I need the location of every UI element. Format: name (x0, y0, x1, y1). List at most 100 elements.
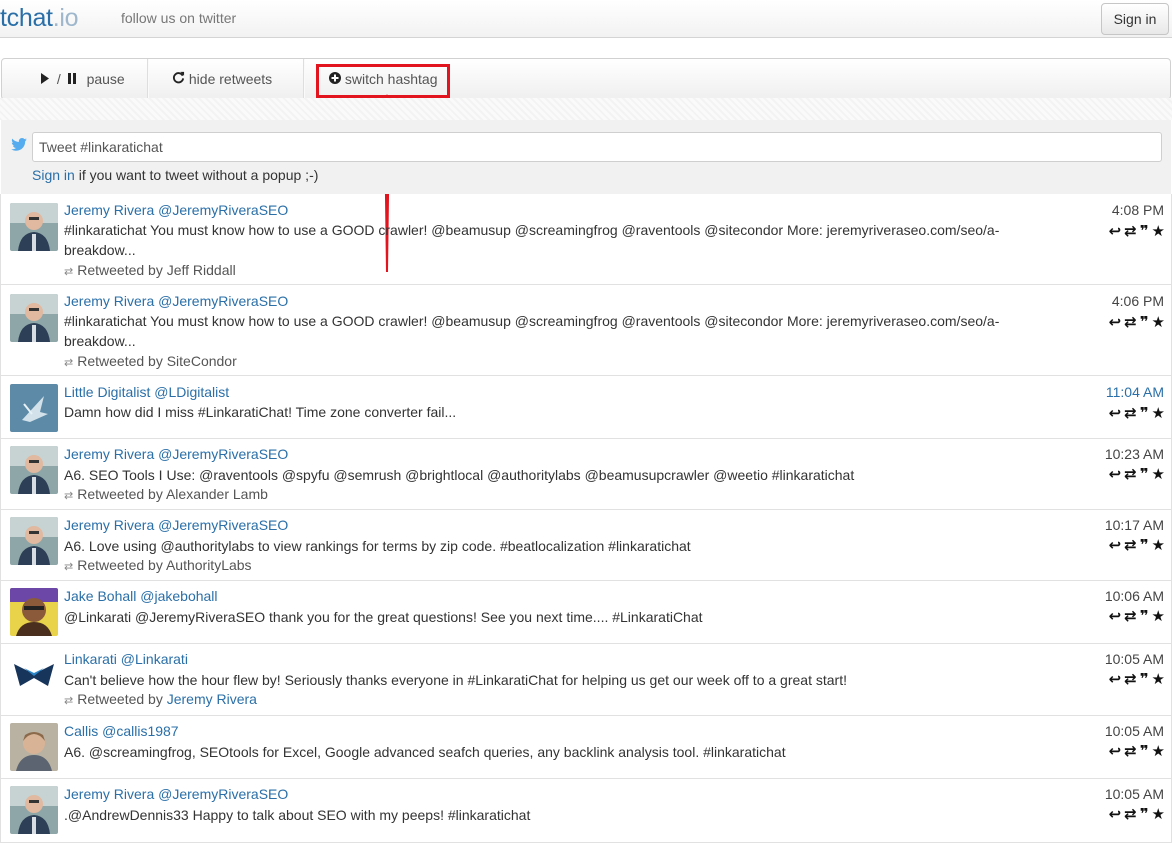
tweet-author[interactable]: Callis @callis1987 (64, 723, 179, 739)
quote-icon[interactable]: ❞ (1140, 671, 1150, 688)
retweet-icon[interactable]: ⇄ (1124, 671, 1138, 688)
retweet-icon[interactable]: ⇄ (1124, 223, 1138, 240)
tweet-time[interactable]: 11:04 AM (1106, 384, 1164, 400)
tweet-item: Linkarati @Linkarati Can't believe how t… (0, 644, 1172, 716)
tweet-author[interactable]: Jeremy Rivera @JeremyRiveraSEO (64, 786, 288, 802)
tweet-author[interactable]: Jake Bohall @jakebohall (64, 588, 218, 604)
reply-icon[interactable]: ↩ (1109, 608, 1123, 625)
favorite-icon[interactable]: ★ (1152, 608, 1166, 625)
tweet-actions: ↩ ⇄ ❞ ★ (1107, 536, 1166, 554)
hide-retweets-button[interactable]: hide retweets (168, 59, 276, 99)
tweet-author[interactable]: Little Digitalist @LDigitalist (64, 384, 229, 400)
refresh-icon (172, 71, 189, 87)
tweet-author[interactable]: Jeremy Rivera @JeremyRiveraSEO (64, 202, 288, 218)
tweet-text: @Linkarati @JeremyRiveraSEO thank you fo… (64, 609, 703, 625)
tweet-time[interactable]: 10:05 AM (1105, 786, 1164, 802)
hide-retweets-label: hide retweets (188, 71, 273, 87)
favorite-icon[interactable]: ★ (1152, 537, 1166, 554)
quote-icon[interactable]: ❞ (1140, 806, 1150, 823)
tweet-actions: ↩ ⇄ ❞ ★ (1107, 805, 1166, 823)
retweeted-by: ⇄ Retweeted by Alexander Lamb (64, 486, 268, 502)
favorite-icon[interactable]: ★ (1152, 405, 1166, 422)
tweet-actions: ↩ ⇄ ❞ ★ (1107, 222, 1166, 240)
reply-icon[interactable]: ↩ (1109, 806, 1123, 823)
tweet-item: Jeremy Rivera @JeremyRiveraSEO A6. SEO T… (0, 439, 1172, 510)
retweet-icon[interactable]: ⇄ (1124, 466, 1138, 483)
twitter-bird-icon (11, 138, 27, 154)
tweet-text: A6. @screamingfrog, SEOtools for Excel, … (64, 744, 786, 760)
quote-icon[interactable]: ❞ (1140, 608, 1150, 625)
tweet-text: #linkaratichat You must know how to use … (64, 313, 1000, 349)
tweet-author[interactable]: Jeremy Rivera @JeremyRiveraSEO (64, 446, 288, 462)
retweet-small-icon: ⇄ (64, 357, 74, 369)
tweet-item: Jeremy Rivera @JeremyRiveraSEO #linkarat… (0, 285, 1172, 376)
favorite-icon[interactable]: ★ (1152, 223, 1166, 240)
retweet-icon[interactable]: ⇄ (1124, 743, 1138, 760)
tweet-text: Damn how did I miss #LinkaratiChat! Time… (64, 404, 457, 420)
tweet-item: Jeremy Rivera @JeremyRiveraSEO A6. Love … (0, 510, 1172, 581)
tweet-time[interactable]: 10:05 AM (1105, 723, 1164, 739)
tweet-actions: ↩ ⇄ ❞ ★ (1107, 313, 1166, 331)
tweet-input[interactable] (32, 132, 1162, 162)
tweet-time[interactable]: 4:06 PM (1112, 293, 1164, 309)
avatar[interactable] (10, 203, 58, 251)
retweet-small-icon: ⇄ (64, 266, 74, 278)
follow-twitter-link[interactable]: follow us on twitter (121, 10, 236, 26)
avatar[interactable] (10, 446, 58, 494)
avatar[interactable] (10, 786, 58, 834)
retweet-small-icon: ⇄ (64, 695, 74, 707)
reply-icon[interactable]: ↩ (1109, 671, 1123, 688)
compose-signin-note: Sign in if you want to tweet without a p… (32, 167, 319, 183)
avatar[interactable] (10, 517, 58, 565)
tweet-time[interactable]: 4:08 PM (1112, 202, 1164, 218)
reply-icon[interactable]: ↩ (1109, 466, 1123, 483)
reply-icon[interactable]: ↩ (1109, 223, 1123, 240)
tweet-actions: ↩ ⇄ ❞ ★ (1107, 670, 1166, 688)
retweet-icon[interactable]: ⇄ (1124, 806, 1138, 823)
quote-icon[interactable]: ❞ (1140, 223, 1150, 240)
favorite-icon[interactable]: ★ (1152, 671, 1166, 688)
favorite-icon[interactable]: ★ (1152, 466, 1166, 483)
tweet-text: A6. SEO Tools I Use: @raventools @spyfu … (64, 467, 855, 483)
tweet-author[interactable]: Jeremy Rivera @JeremyRiveraSEO (64, 293, 288, 309)
quote-icon[interactable]: ❞ (1140, 537, 1150, 554)
retweet-icon[interactable]: ⇄ (1124, 537, 1138, 554)
tweet-actions: ↩ ⇄ ❞ ★ (1107, 607, 1166, 625)
favorite-icon[interactable]: ★ (1152, 743, 1166, 760)
avatar[interactable] (10, 588, 58, 636)
quote-icon[interactable]: ❞ (1140, 466, 1150, 483)
quote-icon[interactable]: ❞ (1140, 314, 1150, 331)
avatar[interactable] (10, 652, 58, 700)
avatar[interactable] (10, 294, 58, 342)
favorite-icon[interactable]: ★ (1152, 806, 1166, 823)
retweet-small-icon: ⇄ (64, 490, 74, 502)
favorite-icon[interactable]: ★ (1152, 314, 1166, 331)
tweet-text: Can't believe how the hour flew by! Seri… (64, 672, 847, 688)
tweet-time[interactable]: 10:23 AM (1105, 446, 1164, 462)
tweet-author[interactable]: Jeremy Rivera @JeremyRiveraSEO (64, 517, 288, 533)
tweet-item: Little Digitalist @LDigitalist Damn how … (0, 376, 1172, 439)
tweet-time[interactable]: 10:17 AM (1105, 517, 1164, 533)
tweet-item: Callis @callis1987 A6. @screamingfrog, S… (0, 716, 1172, 779)
reply-icon[interactable]: ↩ (1109, 405, 1123, 422)
reply-icon[interactable]: ↩ (1109, 314, 1123, 331)
avatar[interactable] (10, 723, 58, 771)
retweet-icon[interactable]: ⇄ (1124, 405, 1138, 422)
tweet-time[interactable]: 10:06 AM (1105, 588, 1164, 604)
brand-logo[interactable]: tchat.io (0, 4, 79, 33)
quote-icon[interactable]: ❞ (1140, 743, 1150, 760)
reply-icon[interactable]: ↩ (1109, 743, 1123, 760)
play-pause-button[interactable]: / pause (36, 59, 129, 99)
retweet-icon[interactable]: ⇄ (1124, 314, 1138, 331)
sign-in-button[interactable]: Sign in (1101, 3, 1169, 35)
compose-signin-link[interactable]: Sign in (32, 167, 75, 183)
retweet-icon[interactable]: ⇄ (1124, 608, 1138, 625)
quote-icon[interactable]: ❞ (1140, 405, 1150, 422)
avatar[interactable] (10, 384, 58, 432)
tweet-author[interactable]: Linkarati @Linkarati (64, 651, 188, 667)
tweet-actions: ↩ ⇄ ❞ ★ (1107, 742, 1166, 760)
pause-icon (67, 71, 81, 87)
tweet-time[interactable]: 10:05 AM (1105, 651, 1164, 667)
tweet-item: Jeremy Rivera @JeremyRiveraSEO #linkarat… (0, 194, 1172, 285)
reply-icon[interactable]: ↩ (1109, 537, 1123, 554)
